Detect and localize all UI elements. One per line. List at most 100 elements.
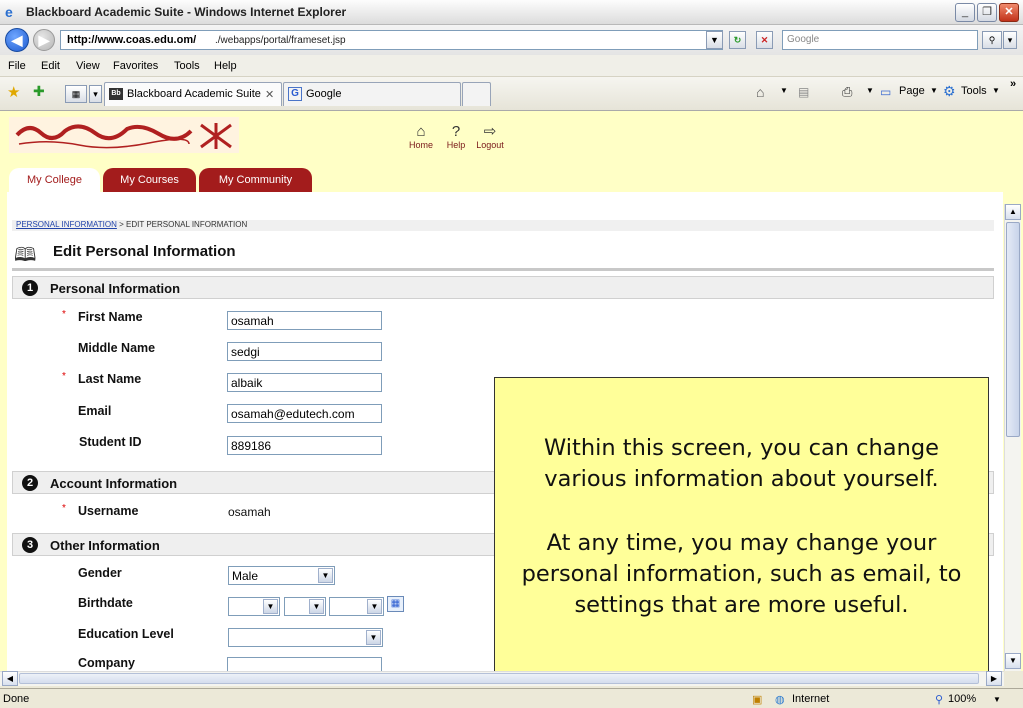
breadcrumb-current: EDIT PERSONAL INFORMATION xyxy=(126,220,248,229)
ministry-logo xyxy=(9,117,239,153)
horizontal-scrollbar[interactable]: ◀ ▶ xyxy=(0,671,1004,686)
menu-edit[interactable]: Edit xyxy=(41,60,60,72)
last-name-field[interactable]: albaik xyxy=(227,373,382,392)
section-number: 2 xyxy=(22,475,38,491)
required-marker: * xyxy=(62,309,66,320)
menu-help[interactable]: Help xyxy=(214,60,237,72)
tools-dropdown-icon[interactable]: ▼ xyxy=(992,86,1000,95)
first-name-label: First Name xyxy=(78,310,143,324)
globe-icon: ◍ xyxy=(775,694,785,706)
gender-select[interactable]: Male ▼ xyxy=(228,566,335,585)
chevron-more-icon[interactable]: » xyxy=(1010,78,1016,90)
breadcrumb-root-link[interactable]: PERSONAL INFORMATION xyxy=(16,220,117,229)
security-icon: ▣ xyxy=(752,694,763,706)
education-level-label: Education Level xyxy=(78,627,174,641)
tab-blackboard[interactable]: Bb Blackboard Academic Suite ✕ xyxy=(104,82,282,106)
gender-label: Gender xyxy=(78,566,122,580)
menu-view[interactable]: View xyxy=(76,60,100,72)
hscroll-thumb[interactable] xyxy=(19,673,979,684)
window-title: Blackboard Academic Suite - Windows Inte… xyxy=(26,5,347,19)
username-value: osamah xyxy=(228,505,271,519)
birthdate-label: Birthdate xyxy=(78,596,133,610)
scroll-thumb[interactable] xyxy=(1006,222,1020,437)
tab-google[interactable]: G Google xyxy=(283,82,461,106)
stop-icon[interactable]: ✕ xyxy=(756,31,773,49)
back-button[interactable]: ◀ xyxy=(5,28,29,52)
address-dropdown-icon[interactable]: ▼ xyxy=(706,31,723,49)
menu-favorites[interactable]: Favorites xyxy=(113,60,158,72)
section-number: 1 xyxy=(22,280,38,296)
callout-text-2: At any time, you may change your persona… xyxy=(521,530,962,618)
print-icon[interactable]: ⎙ xyxy=(842,84,852,100)
scroll-right-icon[interactable]: ▶ xyxy=(986,671,1002,686)
new-tab-button[interactable] xyxy=(462,82,491,106)
birth-month-select[interactable]: ▼ xyxy=(228,597,280,616)
tab-my-college[interactable]: My College xyxy=(9,168,100,193)
page-title: Edit Personal Information xyxy=(53,243,236,260)
favorites-star-icon[interactable]: ★ xyxy=(7,83,20,101)
tab-close-icon[interactable]: ✕ xyxy=(265,88,274,101)
menu-file[interactable]: File xyxy=(8,60,26,72)
home-icon[interactable]: ⌂ xyxy=(756,84,764,100)
logout-link[interactable]: ⇨ Logout xyxy=(472,123,508,150)
email-label: Email xyxy=(78,404,112,418)
status-bar: Done ▣ ◍ Internet ⚲ 100% ▼ xyxy=(0,688,1023,708)
chevron-down-icon: ▼ xyxy=(263,599,278,614)
page-menu[interactable]: Page xyxy=(899,85,925,97)
url-path: ./webapps/portal/frameset.jsp xyxy=(215,35,346,46)
help-link[interactable]: ? Help xyxy=(444,123,468,150)
refresh-icon[interactable]: ↻ xyxy=(729,31,746,49)
status-text: Done xyxy=(3,693,30,705)
breadcrumb: PERSONAL INFORMATION > EDIT PERSONAL INF… xyxy=(16,220,247,229)
tab-my-community[interactable]: My Community xyxy=(199,168,312,193)
last-name-label: Last Name xyxy=(78,372,142,386)
tab-list-icon[interactable]: ▾ xyxy=(89,85,102,103)
feeds-icon[interactable]: ▤ xyxy=(798,85,809,99)
birth-day-select[interactable]: ▼ xyxy=(284,597,326,616)
company-field[interactable] xyxy=(227,657,382,671)
calendar-icon[interactable]: ▦ xyxy=(387,596,404,612)
home-dropdown-icon[interactable]: ▼ xyxy=(780,86,788,95)
page-icon: ▭ xyxy=(880,85,892,99)
chevron-down-icon: ▼ xyxy=(318,568,333,583)
username-label: Username xyxy=(78,504,139,518)
tools-gear-icon: ⚙ xyxy=(943,83,956,99)
zoom-level[interactable]: 100% xyxy=(948,693,976,705)
close-button[interactable]: ✕ xyxy=(999,3,1019,22)
portal-home-icon: ⌂ xyxy=(416,123,426,140)
first-name-field[interactable]: osamah xyxy=(227,311,382,330)
search-options-icon[interactable]: ▾ xyxy=(1003,31,1017,49)
minimize-button[interactable]: _ xyxy=(955,3,975,22)
scroll-up-icon[interactable]: ▲ xyxy=(1005,204,1021,220)
print-dropdown-icon[interactable]: ▼ xyxy=(866,86,874,95)
education-level-select[interactable]: ▼ xyxy=(228,628,383,647)
section-title: Personal Information xyxy=(50,281,181,296)
middle-name-field[interactable]: sedgi xyxy=(227,342,382,361)
birth-year-select[interactable]: ▼ xyxy=(329,597,384,616)
search-icon[interactable]: ⚲ xyxy=(982,31,1002,49)
scroll-down-icon[interactable]: ▼ xyxy=(1005,653,1021,669)
address-toolbar: ◀ ▶ http://www.coas.edu.om/ ./webapps/po… xyxy=(0,25,1023,55)
menu-tools[interactable]: Tools xyxy=(174,60,200,72)
tools-menu[interactable]: Tools xyxy=(961,85,987,97)
blackboard-favicon-icon: Bb xyxy=(109,88,123,100)
vertical-scrollbar[interactable]: ▲ ▼ xyxy=(1004,204,1021,671)
title-divider xyxy=(12,268,994,271)
forward-button[interactable]: ▶ xyxy=(33,29,55,51)
maximize-button[interactable]: ❐ xyxy=(977,3,997,22)
url-host: http://www.coas.edu.om/ xyxy=(67,34,197,46)
section-title: Account Information xyxy=(50,476,178,491)
email-field[interactable]: osamah@edutech.com xyxy=(227,404,382,423)
scroll-left-icon[interactable]: ◀ xyxy=(2,671,18,686)
tab-my-courses[interactable]: My Courses xyxy=(103,168,196,193)
chevron-down-icon: ▼ xyxy=(309,599,324,614)
student-id-field[interactable]: 889186 xyxy=(227,436,382,455)
section-personal-information: 1 Personal Information xyxy=(12,276,994,299)
search-input[interactable]: Google xyxy=(782,30,978,50)
quick-tabs-icon[interactable]: ▦ xyxy=(65,85,87,103)
home-link[interactable]: ⌂ Home xyxy=(407,123,435,150)
address-input[interactable]: http://www.coas.edu.om/ ./webapps/portal… xyxy=(60,30,723,50)
add-favorite-icon[interactable]: ✚ xyxy=(33,83,45,100)
zoom-dropdown-icon[interactable]: ▼ xyxy=(993,695,1001,704)
page-dropdown-icon[interactable]: ▼ xyxy=(930,86,938,95)
